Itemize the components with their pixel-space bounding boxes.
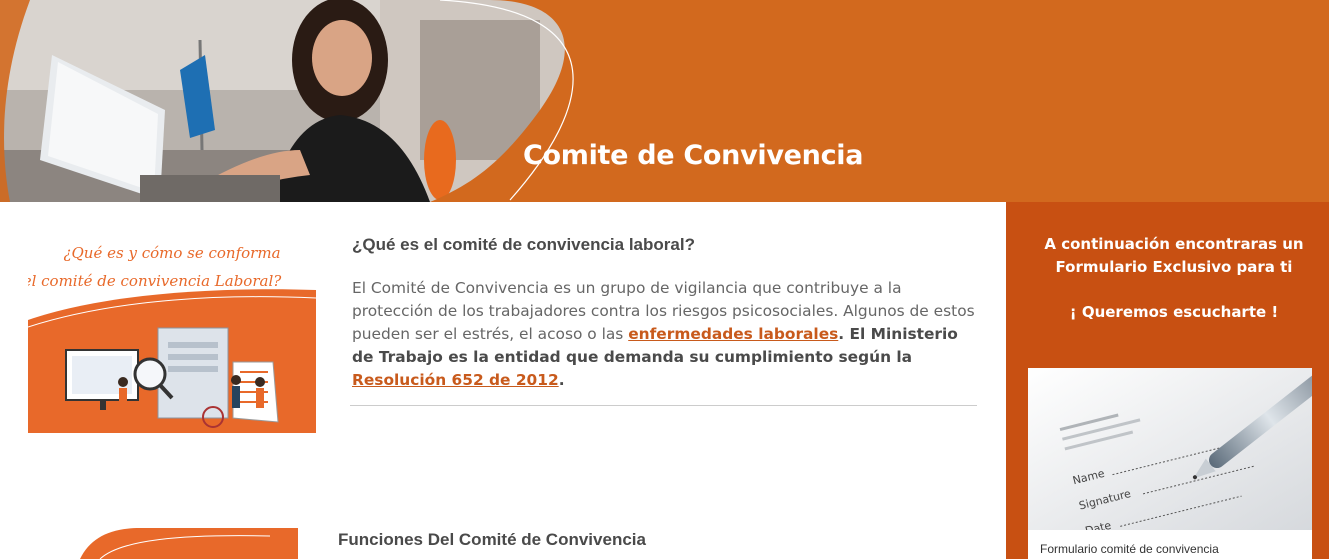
section-heading-funciones: Funciones Del Comité de Convivencia [338, 530, 646, 549]
section-divider [350, 405, 977, 406]
comite-infographic-image[interactable]: ¿Qué es y cómo se conforma el comité de … [28, 232, 316, 433]
page-title: Comite de Convivencia [523, 140, 864, 171]
form-card-image[interactable]: Name Signature Date [1028, 368, 1312, 530]
sidebar-intro-line1: A continuación encontraras un [1044, 235, 1304, 253]
form-card-caption[interactable]: Formulario comité de convivencia [1040, 542, 1219, 556]
image-headline-line1: ¿Qué es y cómo se conforma [63, 244, 280, 262]
sidebar-intro-text: A continuación encontraras un Formulario… [1006, 233, 1329, 279]
link-enfermedades-laborales[interactable]: enfermedades laborales [628, 325, 838, 343]
image-headline-line2: el comité de convivencia Laboral? [28, 272, 282, 290]
sidebar-callout: ¡ Queremos escucharte ! [1069, 303, 1279, 321]
sidebar: A continuación encontraras un Formulario… [1006, 202, 1329, 559]
hero-banner: Comite de Convivencia [0, 0, 1329, 202]
form-card[interactable]: Name Signature Date Formulario comité de… [1028, 368, 1312, 559]
hero-photo [0, 0, 600, 202]
link-resolucion-652[interactable]: Resolución 652 de 2012 [352, 371, 559, 389]
sidebar-intro-line2: Formulario Exclusivo para ti [1055, 258, 1293, 276]
funciones-image[interactable] [80, 528, 298, 559]
section-paragraph: El Comité de Convivencia es un grupo de … [352, 277, 982, 392]
section-heading-que-es: ¿Qué es el comité de convivencia laboral… [352, 235, 695, 254]
paragraph-text-3: . [558, 371, 565, 389]
